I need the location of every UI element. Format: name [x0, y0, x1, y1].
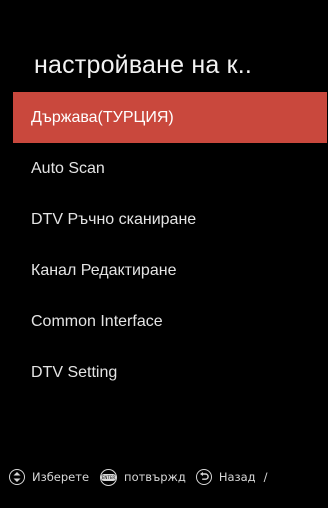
menu-item-channel-edit[interactable]: Канал Редактиране: [13, 245, 327, 296]
menu-item-auto-scan[interactable]: Auto Scan: [13, 143, 327, 194]
tv-settings-screen: настройване на к.. Държава(ТУРЦИЯ) Auto …: [0, 0, 328, 508]
menu-item-label: Държава(ТУРЦИЯ): [31, 109, 174, 126]
menu-item-label: Канал Редактиране: [31, 262, 177, 279]
hint-select-label: Изберете: [32, 470, 90, 484]
footer-hints: Изберете ENTER потвържд Назад /: [0, 465, 328, 489]
channel-settings-menu: Държава(ТУРЦИЯ) Auto Scan DTV Ръчно скан…: [13, 92, 327, 398]
menu-item-dtv-manual-scan[interactable]: DTV Ръчно сканиране: [13, 194, 327, 245]
hint-confirm-label: потвържд: [124, 470, 186, 484]
menu-item-label: Common Interface: [31, 313, 163, 330]
menu-item-label: DTV Ръчно сканиране: [31, 211, 197, 228]
menu-item-country[interactable]: Държава(ТУРЦИЯ): [13, 92, 327, 143]
enter-icon-text: ENTER: [100, 473, 117, 481]
menu-item-common-interface[interactable]: Common Interface: [13, 296, 327, 347]
enter-icon: ENTER: [100, 468, 118, 486]
back-icon: [195, 469, 212, 485]
page-title: настройване на к..: [34, 51, 253, 79]
hint-select: Изберете: [9, 469, 89, 485]
menu-item-label: DTV Setting: [31, 364, 118, 381]
menu-item-dtv-setting[interactable]: DTV Setting: [13, 347, 327, 398]
hint-separator: /: [263, 470, 268, 484]
up-down-nav-icon: [9, 469, 25, 485]
hint-back: Назад /: [195, 469, 268, 485]
hint-back-label: Назад: [218, 470, 256, 484]
hint-confirm: ENTER потвържд: [100, 468, 186, 486]
menu-item-label: Auto Scan: [31, 160, 105, 177]
